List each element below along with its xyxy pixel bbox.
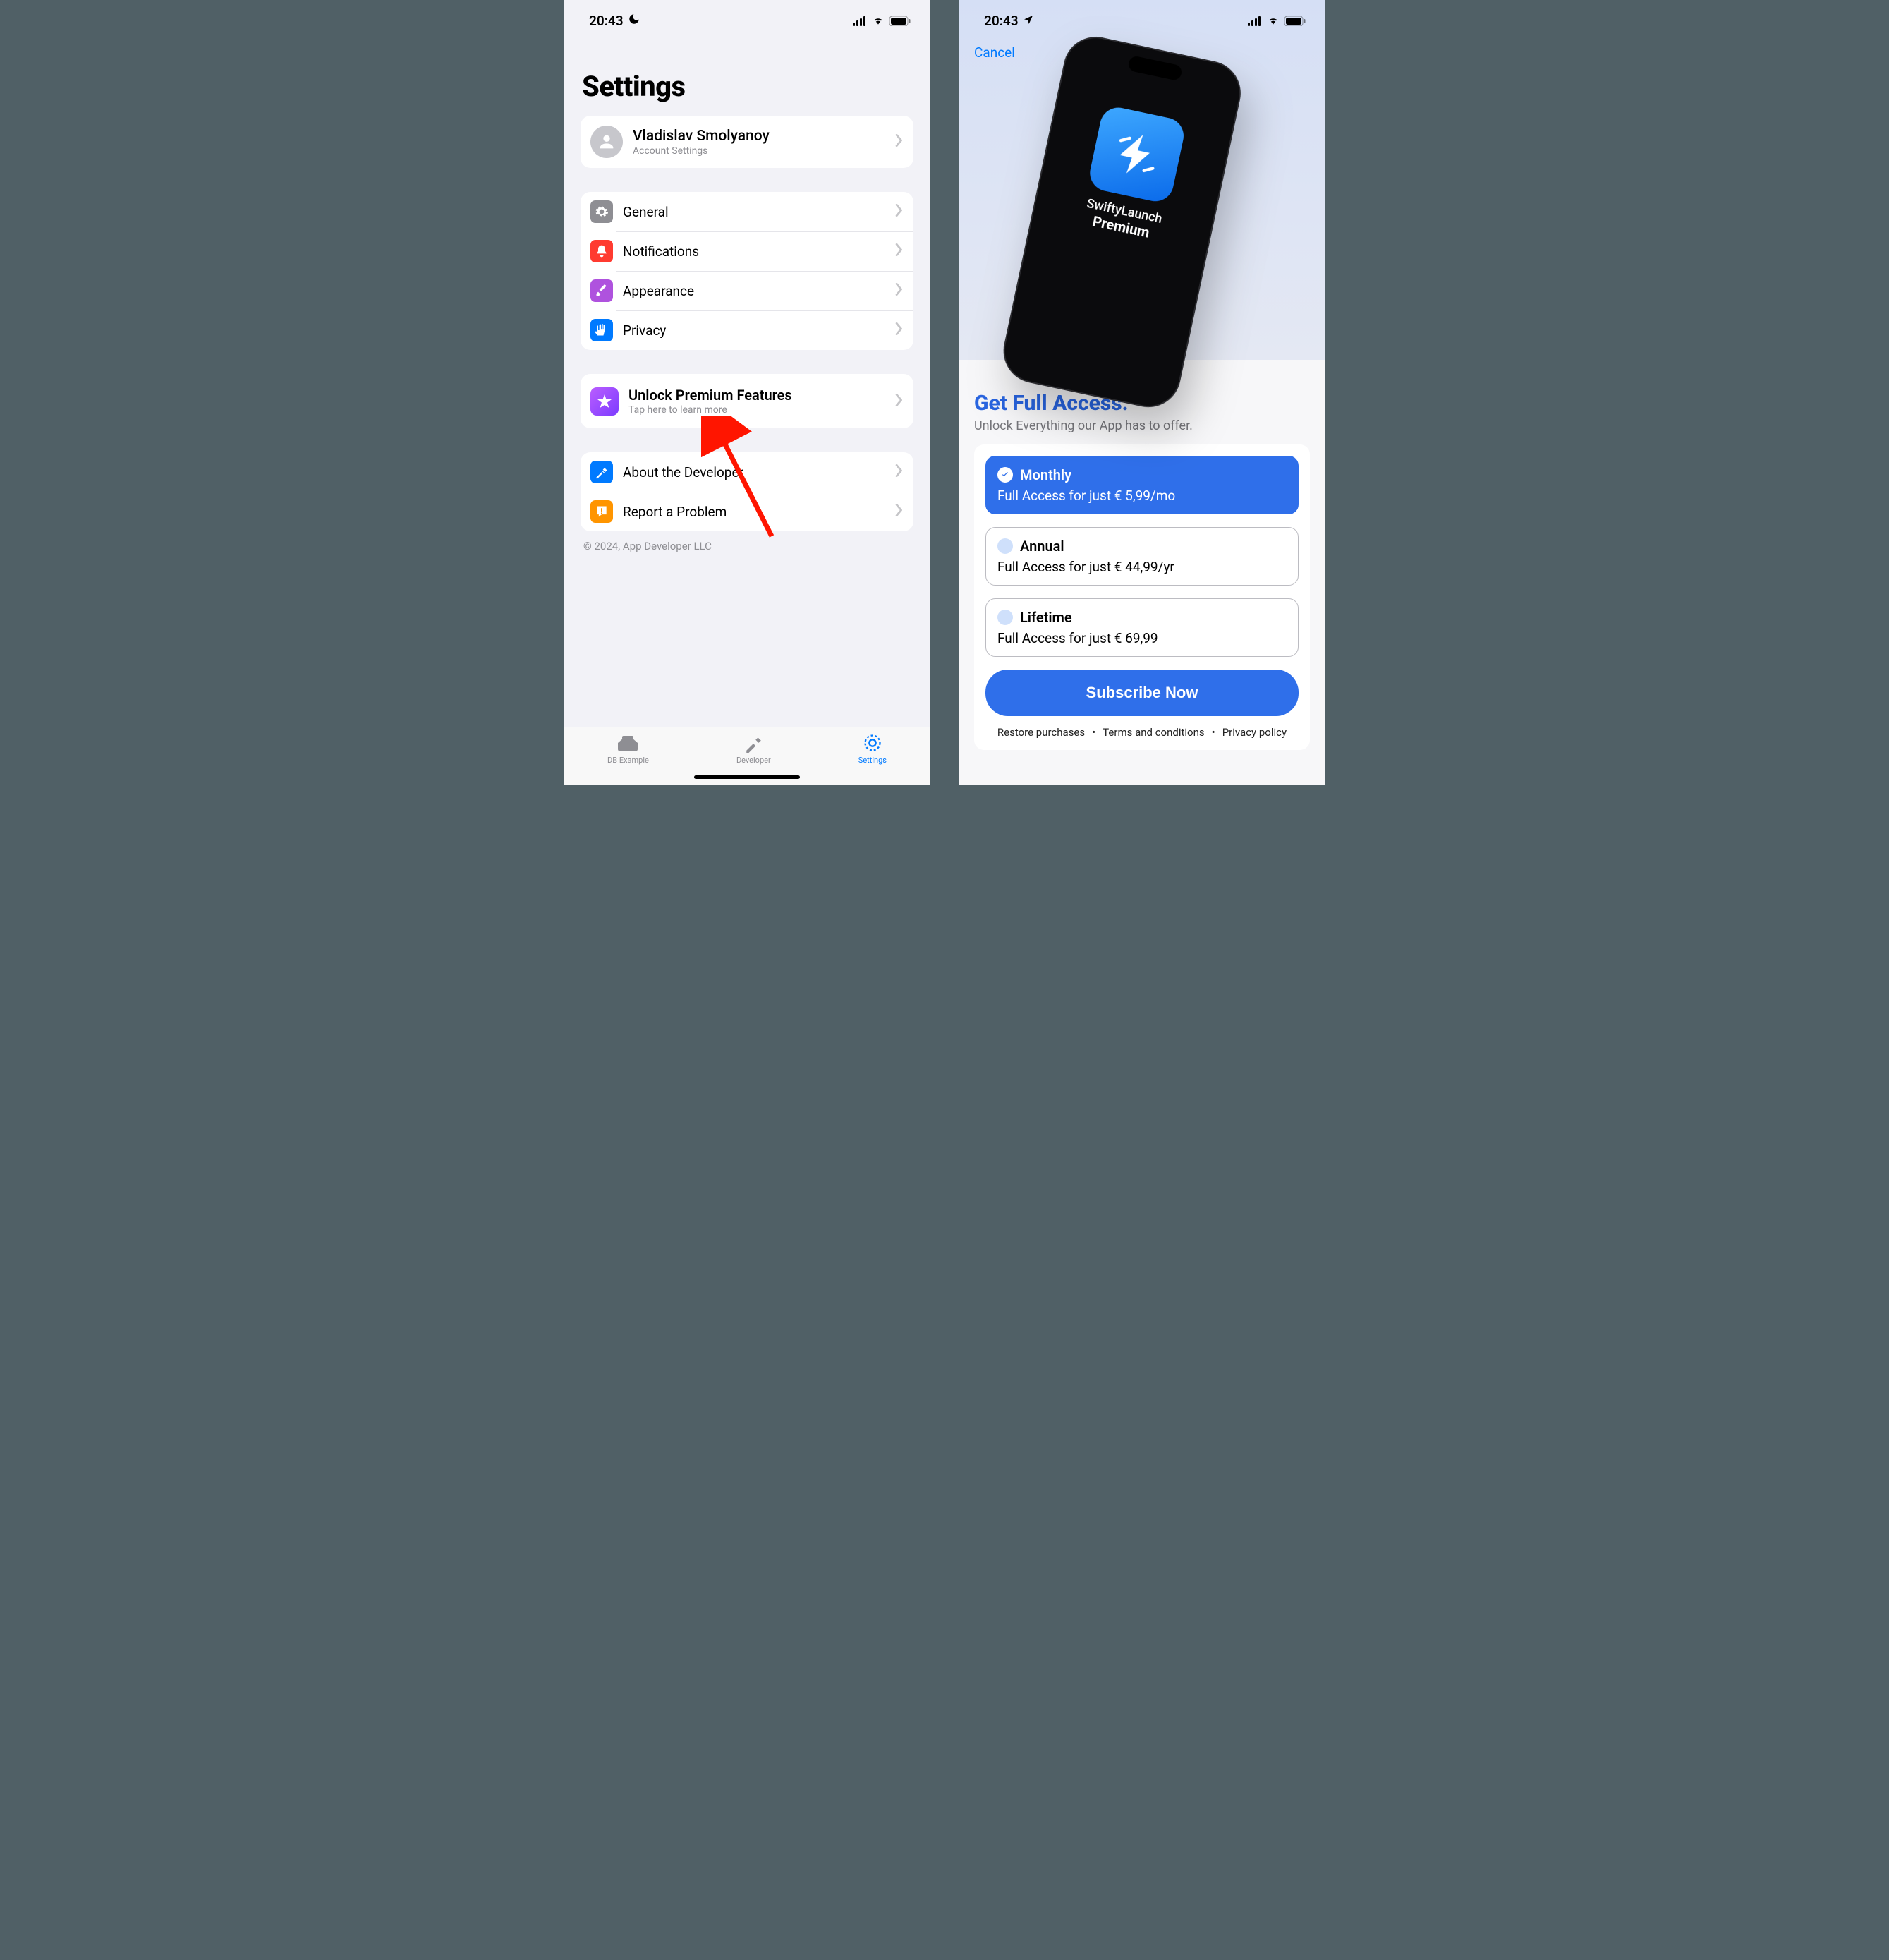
copyright-text: © 2024, App Developer LLC xyxy=(583,540,913,552)
legal-links: Restore purchases • Terms and conditions… xyxy=(985,726,1299,739)
star-icon xyxy=(590,387,619,416)
chevron-right-icon xyxy=(895,134,904,150)
tab-db-example[interactable]: DB Example xyxy=(607,734,649,765)
account-card: Vladislav Smolyanoy Account Settings xyxy=(581,116,913,168)
radio-selected-icon xyxy=(997,467,1013,483)
plan-name: Monthly xyxy=(1020,466,1071,483)
subscribe-button[interactable]: Subscribe Now xyxy=(985,670,1299,716)
paintbrush-icon xyxy=(590,279,613,302)
hand-icon xyxy=(590,319,613,341)
privacy-link[interactable]: Privacy policy xyxy=(1222,726,1287,739)
paywall-hero: 20:43 Cancel SwiftyLaunch xyxy=(959,0,1325,360)
row-label: Appearance xyxy=(623,283,895,299)
chevron-right-icon xyxy=(895,204,904,219)
status-time: 20:43 xyxy=(589,13,624,29)
premium-title: Unlock Premium Features xyxy=(628,387,895,404)
bell-icon xyxy=(590,240,613,262)
row-premium[interactable]: Unlock Premium Features Tap here to lear… xyxy=(581,374,913,428)
exclamation-icon xyxy=(590,500,613,523)
terms-link[interactable]: Terms and conditions xyxy=(1103,726,1204,739)
cellular-icon xyxy=(1248,16,1262,26)
paywall-subtitle: Unlock Everything our App has to offer. xyxy=(974,418,1310,433)
row-report[interactable]: Report a Problem xyxy=(581,492,913,531)
tab-label: Developer xyxy=(736,756,771,765)
row-appearance[interactable]: Appearance xyxy=(581,271,913,310)
plans-card: Monthly Full Access for just € 5,99/mo A… xyxy=(974,444,1310,750)
plan-lifetime[interactable]: Lifetime Full Access for just € 69,99 xyxy=(985,598,1299,657)
restore-link[interactable]: Restore purchases xyxy=(997,726,1085,739)
dot-separator: • xyxy=(1212,726,1215,739)
row-about[interactable]: About the Developer xyxy=(581,452,913,492)
status-time: 20:43 xyxy=(984,13,1019,29)
radio-icon xyxy=(997,538,1013,554)
plan-monthly[interactable]: Monthly Full Access for just € 5,99/mo xyxy=(985,456,1299,514)
battery-icon xyxy=(1284,16,1306,26)
row-label: Report a Problem xyxy=(623,504,895,520)
plan-annual[interactable]: Annual Full Access for just € 44,99/yr xyxy=(985,527,1299,586)
chevron-right-icon xyxy=(895,243,904,259)
row-notifications[interactable]: Notifications xyxy=(581,231,913,271)
plan-desc: Full Access for just € 44,99/yr xyxy=(997,559,1287,575)
dot-separator: • xyxy=(1092,726,1095,739)
plan-desc: Full Access for just € 69,99 xyxy=(997,630,1287,646)
cancel-button[interactable]: Cancel xyxy=(959,35,1015,61)
page-title: Settings xyxy=(582,70,913,103)
chevron-right-icon xyxy=(895,464,904,480)
wifi-icon xyxy=(1266,16,1280,26)
chevron-right-icon xyxy=(895,394,904,409)
status-bar: 20:43 xyxy=(564,0,930,35)
chevron-right-icon xyxy=(895,322,904,338)
chevron-right-icon xyxy=(895,283,904,298)
app-icon xyxy=(1086,104,1186,205)
tab-settings[interactable]: Settings xyxy=(858,733,887,765)
paywall-screen: 20:43 Cancel SwiftyLaunch xyxy=(959,0,1325,785)
plan-desc: Full Access for just € 5,99/mo xyxy=(997,488,1287,504)
row-privacy[interactable]: Privacy xyxy=(581,310,913,350)
row-general[interactable]: General xyxy=(581,192,913,231)
radio-icon xyxy=(997,610,1013,625)
tab-developer[interactable]: Developer xyxy=(736,734,771,765)
avatar xyxy=(590,126,623,158)
battery-icon xyxy=(889,16,911,26)
location-icon xyxy=(1023,13,1034,29)
tab-label: DB Example xyxy=(607,756,649,765)
moon-icon xyxy=(628,13,640,29)
premium-sub: Tap here to learn more xyxy=(628,404,895,416)
wifi-icon xyxy=(871,16,885,26)
row-label: Privacy xyxy=(623,322,895,339)
tab-label: Settings xyxy=(858,756,887,765)
plan-name: Lifetime xyxy=(1020,609,1072,626)
settings-group-misc: About the Developer Report a Problem xyxy=(581,452,913,531)
account-name: Vladislav Smolyanoy xyxy=(633,128,895,145)
phone-mockup: SwiftyLaunch Premium xyxy=(1007,31,1278,379)
cellular-icon xyxy=(853,16,867,26)
account-row[interactable]: Vladislav Smolyanoy Account Settings xyxy=(581,116,913,168)
chevron-right-icon xyxy=(895,504,904,519)
settings-screen: 20:43 Settings Vladislav xyxy=(564,0,930,785)
settings-group-main: General Notifications Appearance Privacy xyxy=(581,192,913,350)
row-label: Notifications xyxy=(623,243,895,260)
plan-name: Annual xyxy=(1020,538,1064,555)
status-bar: 20:43 xyxy=(959,0,1325,35)
gear-icon xyxy=(590,200,613,223)
hammer-icon xyxy=(590,461,613,483)
row-label: About the Developer xyxy=(623,464,895,480)
account-sub: Account Settings xyxy=(633,145,895,157)
premium-card: Unlock Premium Features Tap here to lear… xyxy=(581,374,913,428)
home-indicator xyxy=(694,775,800,779)
row-label: General xyxy=(623,204,895,220)
